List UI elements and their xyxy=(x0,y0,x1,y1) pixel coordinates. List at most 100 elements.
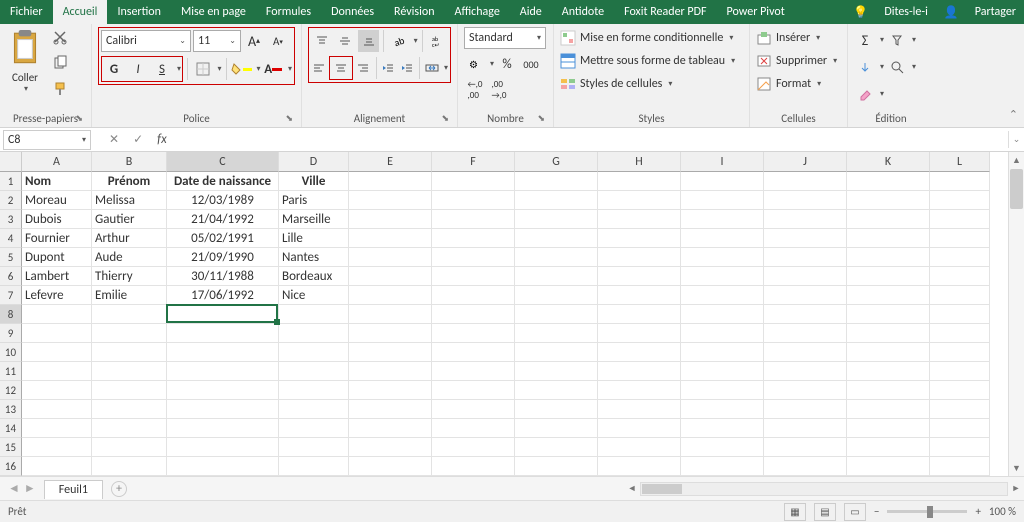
cell[interactable]: 30/11/1988 xyxy=(167,267,279,286)
cell[interactable] xyxy=(349,343,432,362)
cell[interactable] xyxy=(349,419,432,438)
zoom-in-button[interactable]: + xyxy=(975,505,980,518)
sheet-nav-prev-icon[interactable]: ◄ xyxy=(8,481,20,496)
cell[interactable] xyxy=(930,419,990,438)
cell[interactable] xyxy=(847,210,930,229)
cell[interactable]: Thierry xyxy=(92,267,167,286)
cell[interactable] xyxy=(92,362,167,381)
cell[interactable]: Dupont xyxy=(22,248,92,267)
cell[interactable] xyxy=(279,400,349,419)
cell[interactable] xyxy=(432,305,515,324)
cell[interactable] xyxy=(22,305,92,324)
row-header[interactable]: 2 xyxy=(0,191,22,210)
cell[interactable] xyxy=(22,324,92,343)
cell[interactable] xyxy=(598,191,681,210)
cell[interactable] xyxy=(847,362,930,381)
align-right-button[interactable] xyxy=(355,57,371,79)
cell[interactable] xyxy=(92,457,167,476)
row-header[interactable]: 10 xyxy=(0,343,22,362)
normal-view-button[interactable]: ▦ xyxy=(784,503,806,521)
cell[interactable] xyxy=(167,381,279,400)
number-format-select[interactable]: Standard▾ xyxy=(464,27,546,49)
format-as-table-button[interactable]: Mettre sous forme de tableau▾ xyxy=(560,52,735,70)
paste-button[interactable]: Coller ▾ xyxy=(6,27,44,96)
user-icon[interactable]: 👤 xyxy=(936,0,967,24)
col-header[interactable]: F xyxy=(432,152,515,172)
increase-decimal-button[interactable]: ←,0,00 xyxy=(464,79,486,101)
cell[interactable] xyxy=(22,419,92,438)
add-sheet-button[interactable]: + xyxy=(111,481,127,497)
share[interactable]: Partager xyxy=(967,0,1024,24)
tab-formules[interactable]: Formules xyxy=(256,0,321,24)
cell[interactable] xyxy=(681,362,764,381)
cell[interactable] xyxy=(847,400,930,419)
cell[interactable] xyxy=(930,324,990,343)
cell[interactable] xyxy=(598,267,681,286)
cell[interactable] xyxy=(764,191,847,210)
cell[interactable]: Aude xyxy=(92,248,167,267)
cell[interactable] xyxy=(349,286,432,305)
cell[interactable] xyxy=(279,438,349,457)
cell[interactable] xyxy=(847,381,930,400)
page-layout-view-button[interactable]: ▤ xyxy=(814,503,836,521)
cell[interactable] xyxy=(515,381,598,400)
cell[interactable] xyxy=(349,191,432,210)
cell[interactable] xyxy=(92,324,167,343)
cell[interactable]: Lefevre xyxy=(22,286,92,305)
cell[interactable]: 17/06/1992 xyxy=(167,286,279,305)
cell[interactable] xyxy=(598,229,681,248)
underline-button[interactable]: S xyxy=(151,58,173,80)
col-header[interactable]: G xyxy=(515,152,598,172)
col-header[interactable]: H xyxy=(598,152,681,172)
cell[interactable] xyxy=(930,457,990,476)
cell[interactable] xyxy=(515,419,598,438)
cell[interactable]: 21/09/1990 xyxy=(167,248,279,267)
col-header[interactable]: J xyxy=(764,152,847,172)
align-middle-button[interactable] xyxy=(334,30,355,52)
cell[interactable] xyxy=(930,343,990,362)
copy-button[interactable] xyxy=(48,53,72,73)
cell[interactable]: 12/03/1989 xyxy=(167,191,279,210)
cell[interactable] xyxy=(167,362,279,381)
increase-indent-button[interactable] xyxy=(399,57,415,79)
row-header[interactable]: 7 xyxy=(0,286,22,305)
sheet-nav-next-icon[interactable]: ► xyxy=(24,481,36,496)
cell[interactable]: Nantes xyxy=(279,248,349,267)
orientation-button[interactable]: ab xyxy=(388,30,409,52)
cell[interactable] xyxy=(279,324,349,343)
cell[interactable] xyxy=(349,305,432,324)
cell[interactable] xyxy=(279,419,349,438)
col-header[interactable]: C xyxy=(167,152,279,172)
cell[interactable] xyxy=(764,419,847,438)
tab-révision[interactable]: Révision xyxy=(384,0,444,24)
cell[interactable] xyxy=(847,419,930,438)
cell[interactable] xyxy=(930,305,990,324)
tab-power-pivot[interactable]: Power Pivot xyxy=(717,0,795,24)
cell[interactable] xyxy=(681,210,764,229)
cell[interactable] xyxy=(764,438,847,457)
cell[interactable] xyxy=(432,457,515,476)
enter-formula-icon[interactable]: ✓ xyxy=(133,132,143,147)
cell[interactable] xyxy=(764,267,847,286)
scroll-down-icon[interactable]: ▼ xyxy=(1009,460,1024,476)
italic-button[interactable]: I xyxy=(127,58,149,80)
cell[interactable] xyxy=(515,324,598,343)
cell[interactable] xyxy=(764,248,847,267)
cell[interactable]: Ville xyxy=(279,172,349,191)
tab-aide[interactable]: Aide xyxy=(510,0,552,24)
cell[interactable] xyxy=(92,438,167,457)
cell[interactable] xyxy=(279,362,349,381)
cell[interactable] xyxy=(432,324,515,343)
cell[interactable] xyxy=(22,438,92,457)
cell[interactable] xyxy=(930,172,990,191)
cell[interactable] xyxy=(167,457,279,476)
font-name-select[interactable]: Calibri⌄ xyxy=(101,30,191,52)
row-header[interactable]: 14 xyxy=(0,419,22,438)
cell[interactable]: Emilie xyxy=(92,286,167,305)
tell-me[interactable]: Dites-le-i xyxy=(876,0,936,24)
cell[interactable] xyxy=(22,362,92,381)
cell[interactable] xyxy=(349,381,432,400)
cell[interactable] xyxy=(515,457,598,476)
cell[interactable] xyxy=(847,457,930,476)
cell[interactable] xyxy=(598,381,681,400)
